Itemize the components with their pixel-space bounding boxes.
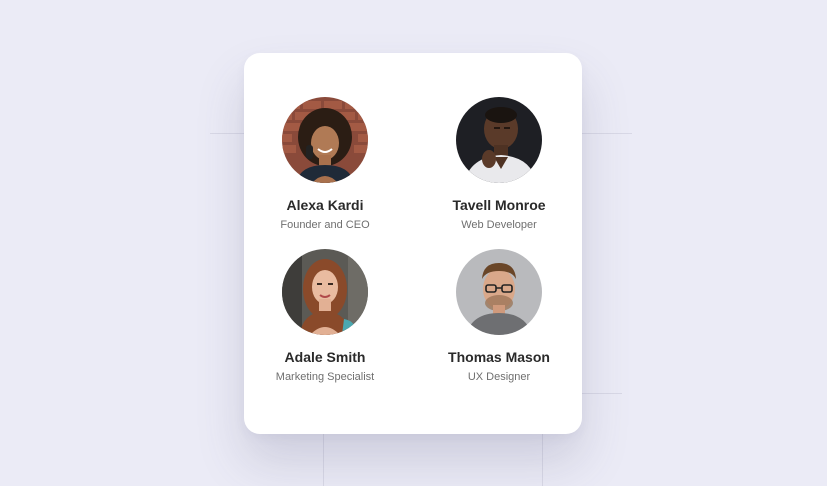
team-member[interactable]: Thomas Mason UX Designer [419,249,579,384]
avatar [282,249,368,335]
background-grid-line [542,434,543,486]
member-name: Tavell Monroe [452,197,546,213]
background-grid-line [210,133,244,134]
member-name: Thomas Mason [448,349,550,365]
background-grid-line [582,393,622,394]
background-grid-line [323,434,324,486]
avatar [456,249,542,335]
member-role: Marketing Specialist [275,371,375,383]
team-card: Alexa Kardi Founder and CEO Tavell Monro… [244,53,582,434]
team-member[interactable]: Alexa Kardi Founder and CEO [245,97,405,232]
avatar [456,97,542,183]
background-grid-line [582,133,632,134]
member-role: Web Developer [461,219,537,231]
team-member[interactable]: Tavell Monroe Web Developer [419,97,579,232]
member-name: Adale Smith [284,349,366,365]
member-role: Founder and CEO [280,219,370,231]
avatar [282,97,368,183]
member-role: UX Designer [467,371,531,383]
team-member[interactable]: Adale Smith Marketing Specialist [245,249,405,384]
member-name: Alexa Kardi [286,197,364,213]
